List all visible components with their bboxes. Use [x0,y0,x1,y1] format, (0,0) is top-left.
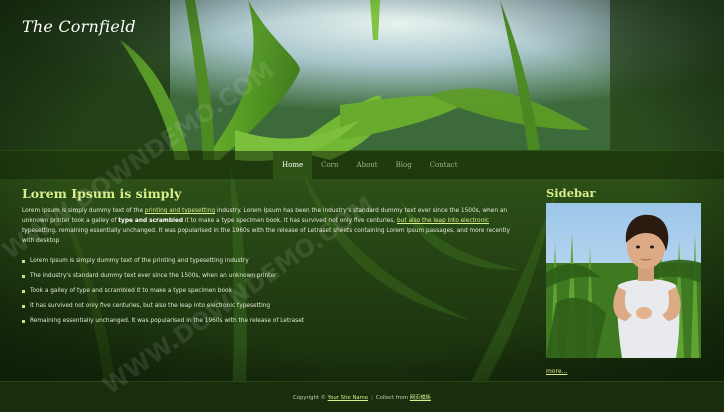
collect-text: Collect from [375,395,409,401]
list-item-text: Lorem Ipsum is simply dummy text of the … [30,258,249,264]
nav-contact[interactable]: Contact [421,151,467,179]
list-item-text: The industry's standard dummy text ever … [30,273,277,280]
list-item: Took a galley of type and scrambled it t… [22,288,522,295]
nav-corn[interactable]: Corn [312,151,347,179]
sidebar-photo [546,203,701,358]
intro-text: Lorem Ipsum is simply dummy text of the [22,208,145,214]
bullet-icon [22,305,25,309]
main-nav: Home Corn About Blog Contact [273,151,467,179]
bullet-list: Lorem Ipsum is simply dummy text of the … [22,258,522,326]
footer-text: Copyright © Your Site Name | Collect from … [0,393,724,401]
more-link[interactable]: more... [546,368,567,375]
electronic-link[interactable]: but also the leap into electronic [397,218,489,224]
list-item: It has survived not only five centuries,… [22,303,522,310]
list-item: Lorem Ipsum is simply dummy text of the … [22,258,522,265]
intro-paragraph: Lorem Ipsum is simply dummy text of the … [22,206,522,246]
site-title[interactable]: The Cornfield [22,17,136,36]
printing-link[interactable]: printing and typesetting [145,208,215,214]
list-item-text: Remaining essentially unchanged. It was … [30,318,305,325]
nav-home[interactable]: Home [273,151,313,179]
list-item: The industry's standard dummy text ever … [22,273,522,280]
main-heading: Lorem Ipsum is simply [22,186,182,201]
nav-blog[interactable]: Blog [387,151,421,179]
list-item-text: Took a galley of type and scrambled it t… [30,288,232,295]
intro-text: it to make a type specimen book. It has … [183,218,397,224]
list-item-text: It has survived not only five centuries,… [30,303,271,310]
sidebar: Sidebar more... [546,186,701,377]
collect-link[interactable]: 网页模板 [410,395,431,401]
bullet-icon [22,260,25,263]
site-name-link[interactable]: Your Site Name [328,395,368,401]
copyright-text: Copyright © [293,395,326,401]
intro-strong-text: type and scrambled [118,218,184,224]
intro-text: typesetting, remaining essentially uncha… [22,228,510,244]
main-content: Lorem Ipsum is simply Lorem Ipsum is sim… [22,186,522,333]
bullet-icon [22,290,25,294]
footer-separator: | [371,395,373,401]
nav-about[interactable]: About [348,151,387,179]
bullet-icon [22,320,25,324]
footer: Copyright © Your Site Name | Collect from … [0,381,724,412]
bullet-icon [22,275,25,279]
list-item: Remaining essentially unchanged. It was … [22,318,522,325]
sidebar-heading: Sidebar [546,186,596,200]
